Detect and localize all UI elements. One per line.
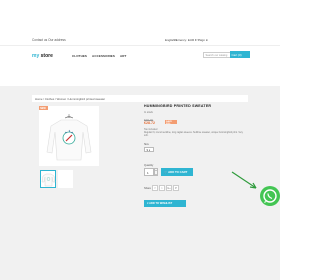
quantity-stepper[interactable]: ▴ ▾ xyxy=(154,168,158,176)
pinterest-share-icon[interactable]: P xyxy=(173,185,179,191)
googleplus-share-icon[interactable]: G+ xyxy=(166,185,172,191)
thumbnail-selected[interactable] xyxy=(40,170,56,188)
new-badge: NEW xyxy=(39,106,48,110)
discount-badge: SAVE 20% xyxy=(165,119,177,125)
current-price: €28.72 xyxy=(144,120,155,125)
sign-in-link[interactable]: Sign in xyxy=(199,38,208,42)
sweater-image xyxy=(46,114,92,161)
store-logo[interactable]: my store xyxy=(32,53,53,59)
main-nav: CLOTHES ACCESSORIES ART xyxy=(72,54,126,58)
twitter-share-icon[interactable]: t xyxy=(159,185,165,191)
whatsapp-icon xyxy=(263,189,277,203)
nav-item-clothes[interactable]: CLOTHES xyxy=(72,54,87,58)
breadcrumb: Home / Clothes / Women / Hummingbird pri… xyxy=(32,95,248,102)
stock-status: In stock xyxy=(144,111,153,114)
currency-select[interactable]: Currency: EUR € ▾ xyxy=(174,38,199,42)
facebook-share-icon[interactable]: f xyxy=(152,185,158,191)
divider xyxy=(0,45,280,46)
size-select[interactable]: S ▾ xyxy=(144,146,154,152)
add-to-wishlist-button[interactable]: ♥ ADD TO WISHLIST xyxy=(144,200,186,207)
quantity-input[interactable]: 1 xyxy=(144,168,154,176)
product-image[interactable] xyxy=(39,106,99,166)
thumbnail[interactable] xyxy=(58,170,73,188)
sweater-thumb-icon xyxy=(41,173,56,187)
cart-button[interactable]: Cart (0) xyxy=(230,51,250,58)
product-title: HUMMINGBIRD PRINTED SWEATER xyxy=(144,104,212,108)
nav-item-art[interactable]: ART xyxy=(120,54,126,58)
nav-item-accessories[interactable]: ACCESSORIES xyxy=(92,54,115,58)
quantity-label: Quantity xyxy=(144,164,154,167)
whatsapp-chat-button[interactable] xyxy=(260,186,280,206)
tax-note: Tax included xyxy=(144,128,158,131)
add-to-cart-button[interactable]: 🛒 ADD TO CART xyxy=(161,168,193,176)
share-label: Share xyxy=(144,187,151,190)
contact-link[interactable]: Contact us Our address xyxy=(32,38,66,42)
logo-suffix: store xyxy=(39,53,53,59)
arrow-pointer-icon xyxy=(231,171,257,189)
product-description: Regular fit, round neckline, long raglan… xyxy=(144,132,243,137)
